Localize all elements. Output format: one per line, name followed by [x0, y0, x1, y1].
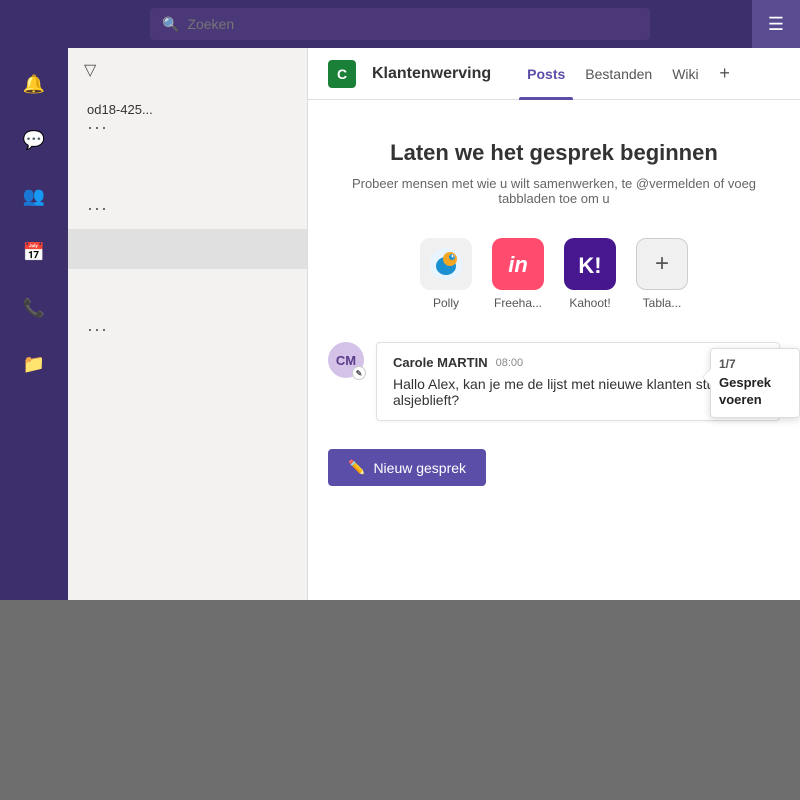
polly-svg	[428, 246, 464, 282]
svg-text:in: in	[508, 252, 528, 277]
freehand-label: Freeha...	[494, 296, 542, 310]
channel-item-spacer-2	[68, 269, 307, 309]
polly-label: Polly	[433, 296, 459, 310]
callout-arrow	[703, 369, 711, 385]
top-bar: 🔍 ☰	[0, 0, 800, 48]
channel-icon: C	[328, 60, 356, 88]
callout-counter: 1/7	[719, 357, 791, 371]
channel-item-selected[interactable]	[68, 229, 307, 269]
message-author: Carole MARTIN	[393, 355, 488, 370]
filter-icon[interactable]: ▽	[84, 60, 96, 80]
add-more-plus-icon: +	[655, 250, 669, 278]
channel-list-header: ▽	[68, 48, 307, 92]
search-input[interactable]	[187, 16, 638, 32]
channel-item-spacer-1	[68, 148, 307, 188]
freehand-icon-box: in	[492, 238, 544, 290]
start-title: Laten we het gesprek beginnen	[328, 140, 780, 166]
hamburger-icon: ☰	[768, 14, 784, 35]
channel-item-2-dots: ···	[87, 198, 108, 218]
sidebar-icon-calls[interactable]: 📞	[10, 284, 58, 332]
tabla-icon-box: +	[636, 238, 688, 290]
app-icons-row: Polly in Freeha...	[420, 238, 688, 310]
tabla-label: Tabla...	[643, 296, 682, 310]
new-conversation-label: Nieuw gesprek	[373, 460, 466, 476]
bottom-gray-area	[0, 600, 800, 800]
app-icon-kahoot[interactable]: K! Kahoot!	[564, 238, 616, 310]
svg-text:K!: K!	[578, 253, 601, 278]
channel-item-3[interactable]: ···	[68, 309, 307, 350]
start-conversation: Laten we het gesprek beginnen Probeer me…	[328, 140, 780, 206]
channel-item-1[interactable]: od18-425... ···	[68, 92, 307, 148]
kahoot-svg: K!	[572, 246, 608, 282]
callout-text: Gesprek voeren	[719, 375, 791, 409]
message-time: 08:00	[496, 357, 524, 369]
channel-name: Klantenwerving	[372, 65, 491, 83]
tab-bestanden[interactable]: Bestanden	[577, 48, 660, 100]
freehand-svg: in	[500, 246, 536, 282]
app-icon-tabla[interactable]: + Tabla...	[636, 238, 688, 310]
tab-add-button[interactable]: +	[711, 60, 739, 88]
sidebar-icon-chat[interactable]: 💬	[10, 116, 58, 164]
channel-item-1-dots: ···	[87, 117, 108, 137]
channel-item-3-dots: ···	[87, 319, 108, 339]
avatar-edit-icon[interactable]: ✎	[352, 366, 366, 380]
sidebar-icon-calendar[interactable]: 📅	[10, 228, 58, 276]
polly-icon-box	[420, 238, 472, 290]
tab-bar: Posts Bestanden Wiki +	[519, 48, 739, 100]
channel-header: C Klantenwerving Posts Bestanden Wiki +	[308, 48, 800, 100]
avatar: CM ✎	[328, 342, 364, 378]
new-conversation-icon: ✏️	[348, 459, 365, 476]
start-subtitle: Probeer mensen met wie u wilt samenwerke…	[328, 176, 780, 206]
sidebar-icon-teams[interactable]: 👥	[10, 172, 58, 220]
callout-tooltip: 1/7 Gesprek voeren	[710, 348, 800, 418]
channel-item-2[interactable]: ···	[68, 188, 307, 229]
channel-item-1-label: od18-425...	[87, 102, 291, 117]
kahoot-icon-box: K!	[564, 238, 616, 290]
search-icon: 🔍	[162, 16, 179, 33]
app-icon-polly[interactable]: Polly	[420, 238, 472, 310]
app-icon-freehand[interactable]: in Freeha...	[492, 238, 544, 310]
kahoot-label: Kahoot!	[569, 296, 610, 310]
sidebar-icon-files[interactable]: 📁	[10, 340, 58, 388]
top-bar-avatar[interactable]: ☰	[752, 0, 800, 48]
tab-wiki[interactable]: Wiki	[664, 48, 706, 100]
tab-posts[interactable]: Posts	[519, 48, 573, 100]
new-conversation-button[interactable]: ✏️ Nieuw gesprek	[328, 449, 486, 486]
sidebar-icon-activity[interactable]: 🔔	[10, 60, 58, 108]
search-bar[interactable]: 🔍	[150, 8, 650, 40]
